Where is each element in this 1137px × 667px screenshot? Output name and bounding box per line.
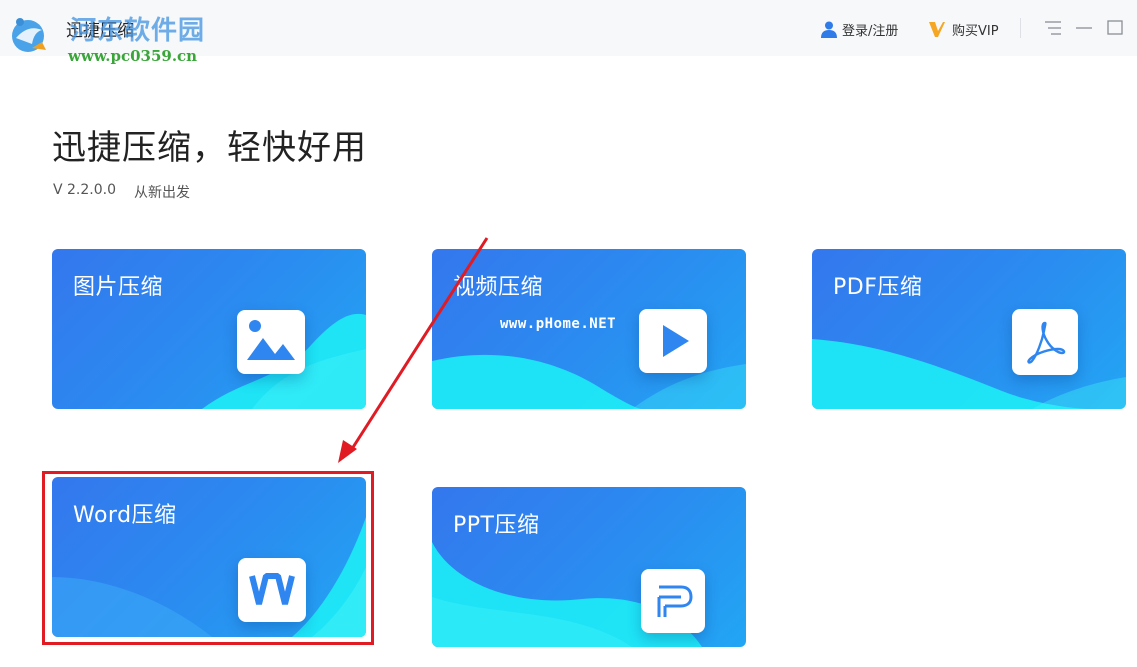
card-label: PPT压缩: [453, 513, 540, 538]
card-label: PDF压缩: [833, 275, 923, 300]
watermark-phome: www.pHome.NET: [500, 316, 617, 332]
login-register-button[interactable]: 登录/注册: [820, 18, 898, 40]
image-compress-card[interactable]: 图片压缩: [52, 249, 366, 409]
menu-icon[interactable]: [1043, 18, 1063, 38]
page-headline: 迅捷压缩，轻快好用: [52, 128, 367, 168]
ppt-compress-card[interactable]: PPT压缩: [432, 487, 746, 647]
buy-vip-label: 购买VIP: [952, 23, 999, 39]
vip-icon: [929, 22, 945, 37]
titlebar-divider: [1020, 18, 1021, 38]
card-label: 图片压缩: [73, 275, 164, 300]
image-icon: [237, 310, 305, 374]
watermark-site-url: www.pc0359.cn: [68, 47, 198, 65]
user-icon: [821, 21, 837, 38]
version-text: V 2.2.0.0: [53, 182, 117, 198]
annotation-highlight-box: [42, 471, 374, 645]
maximize-icon[interactable]: [1105, 18, 1125, 38]
minimize-icon[interactable]: [1074, 18, 1094, 38]
ppt-icon: [641, 569, 705, 633]
title-bar: 迅捷压缩 河东软件园 www.pc0359.cn 登录/注册 购买VIP: [0, 0, 1137, 65]
buy-vip-button[interactable]: 购买VIP: [928, 18, 999, 40]
pdf-icon: [1012, 309, 1078, 375]
pdf-compress-card[interactable]: PDF压缩: [812, 249, 1126, 409]
login-register-label: 登录/注册: [842, 23, 899, 39]
play-icon: [639, 309, 707, 373]
slogan-text: 从新出发: [134, 185, 190, 201]
watermark-site-name: 河东软件园: [70, 16, 206, 46]
app-logo-icon: [12, 18, 46, 52]
card-label: 视频压缩: [453, 275, 544, 300]
